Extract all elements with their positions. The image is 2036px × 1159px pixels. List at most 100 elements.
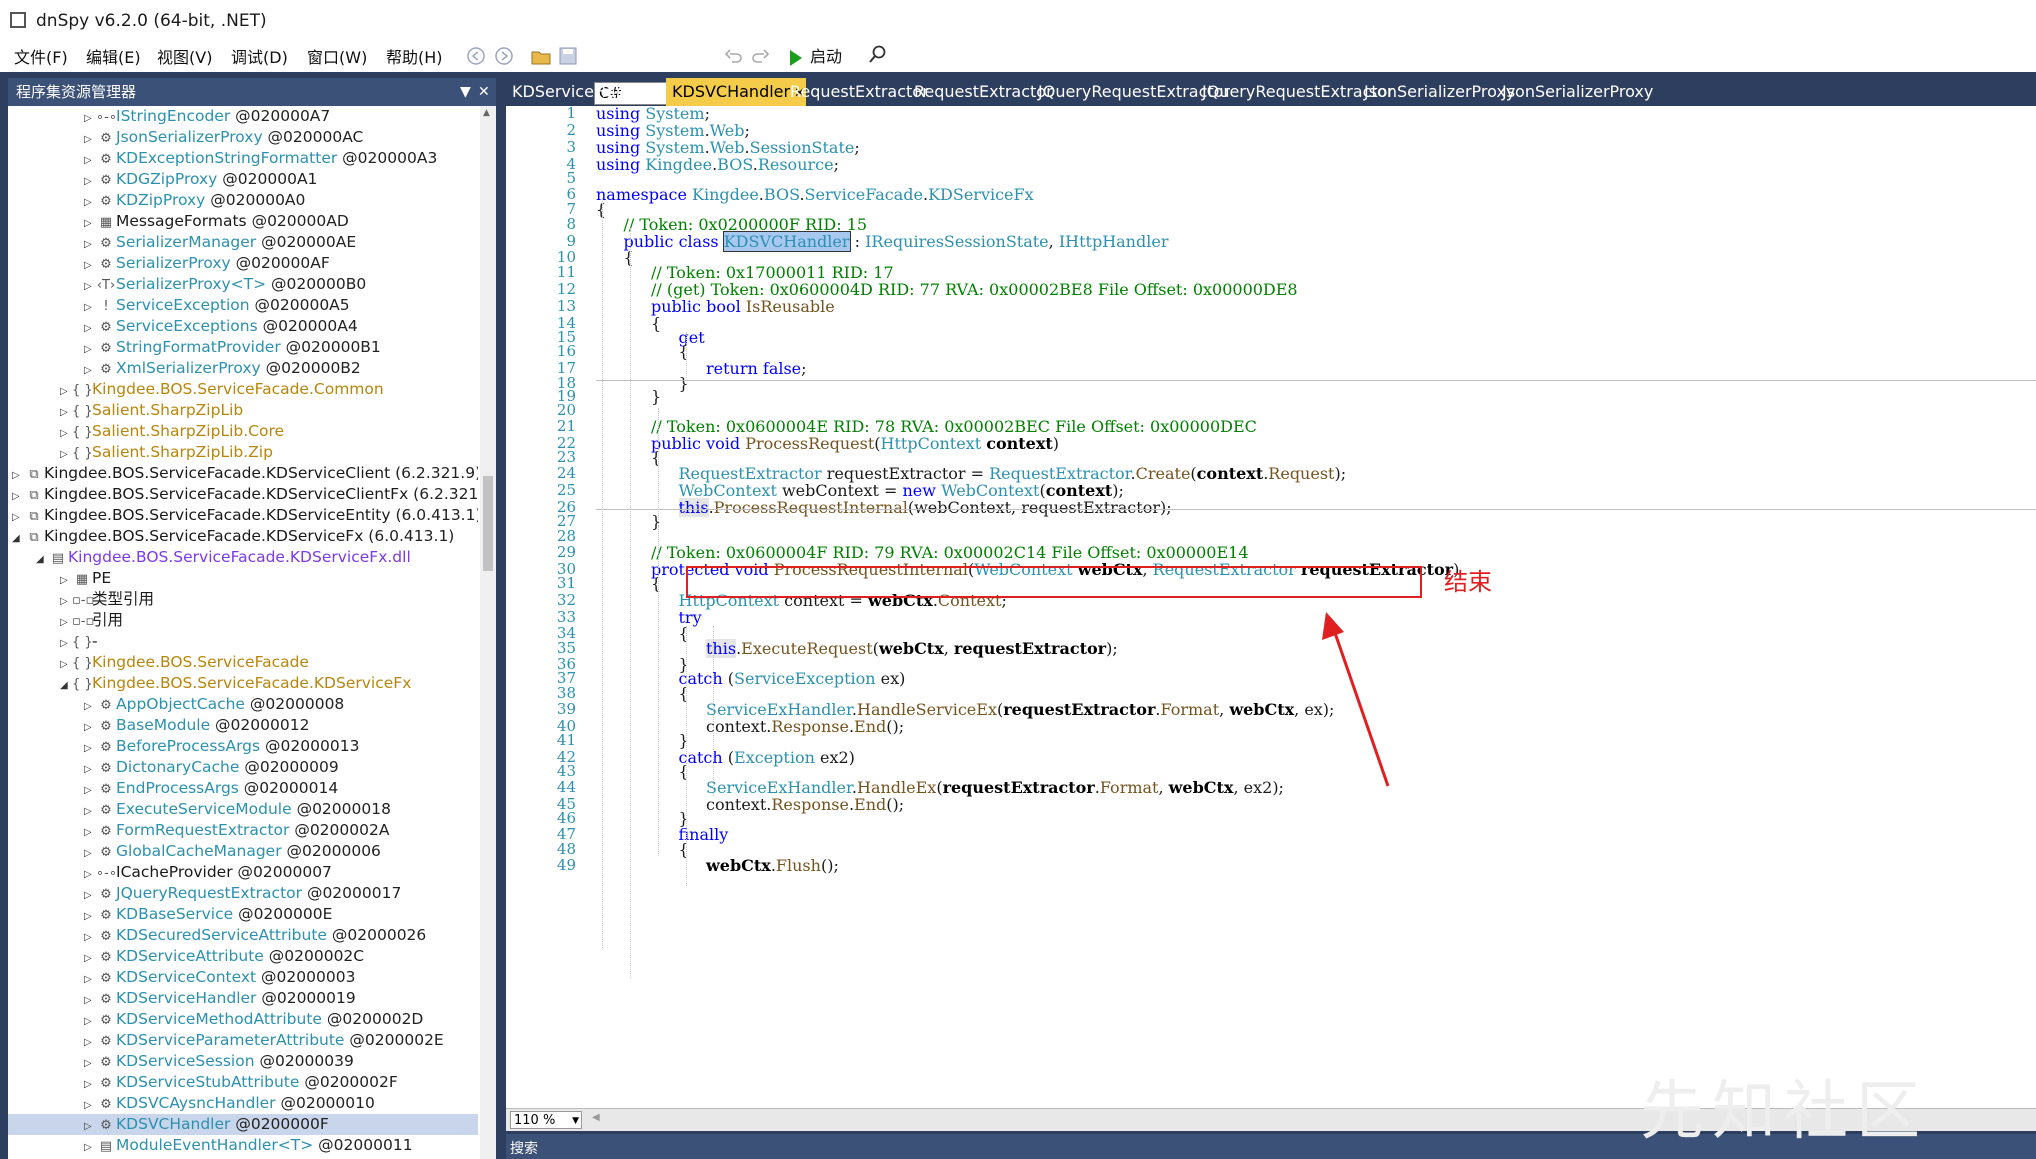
tab-jsonserializerproxy[interactable]: JsonSerializerProxy [1496,78,1653,106]
tree-item[interactable]: ▷ ⚙ KDServiceAttribute @0200002C [8,946,478,967]
expand-arrow-icon[interactable]: ▷ [84,213,96,234]
collapse-arrow-icon[interactable]: ◢ [12,528,24,549]
close-icon[interactable]: ✕ [478,78,490,106]
expand-arrow-icon[interactable]: ▷ [84,864,96,885]
expand-arrow-icon[interactable]: ▷ [84,1137,96,1158]
tab-jqueryrequestextractor[interactable]: JQueryRequestExtractor [1032,78,1230,106]
expand-arrow-icon[interactable]: ▷ [84,108,96,129]
tree-item[interactable]: ▷{ }- [8,631,478,652]
expand-arrow-icon[interactable]: ▷ [84,192,96,213]
expand-arrow-icon[interactable]: ▷ [12,486,24,507]
tree-item[interactable]: ▷ ⚙ KDSVCHandler @0200000F [8,1114,478,1135]
save-icon[interactable] [558,46,578,66]
tree-item[interactable]: ▷ ⚙ KDGZipProxy @020000A1 [8,169,478,190]
expand-arrow-icon[interactable]: ▷ [84,360,96,381]
menu-window[interactable]: 窗口(W) [307,44,367,68]
tree-item[interactable]: ▷ ⚙ KDServiceHandler @02000019 [8,988,478,1009]
tree-item[interactable]: ◢ ⧉ Kingdee.BOS.ServiceFacade.KDServiceFx … [8,526,478,547]
expand-arrow-icon[interactable]: ▷ [60,633,72,654]
expand-arrow-icon[interactable]: ▷ [60,654,72,675]
tree-item[interactable]: ▷ ⚙ DictonaryCache @02000009 [8,757,478,778]
open-folder-icon[interactable] [530,46,552,66]
tree-item[interactable]: ▷{ }Kingdee.BOS.ServiceFacade [8,652,478,673]
undo-icon[interactable] [724,46,744,66]
expand-arrow-icon[interactable]: ▷ [60,402,72,423]
tree-item[interactable]: ▷ ▫-▫引用 [8,610,478,631]
expand-arrow-icon[interactable]: ▷ [84,717,96,738]
expand-arrow-icon[interactable]: ▷ [84,1116,96,1137]
tree-item[interactable]: ◢ ▤ Kingdee.BOS.ServiceFacade.KDServiceFx.… [8,547,478,568]
expand-arrow-icon[interactable]: ▷ [60,612,72,633]
tree-item[interactable]: ▷ ⚙ FormRequestExtractor @0200002A [8,820,478,841]
tree-item[interactable]: ▷ ⚙ StringFormatProvider @020000B1 [8,337,478,358]
tree-item[interactable]: ▷ ⚙ JQueryRequestExtractor @02000017 [8,883,478,904]
expand-arrow-icon[interactable]: ▷ [84,906,96,927]
search-panel-label[interactable]: 搜索 [510,1138,538,1158]
expand-arrow-icon[interactable]: ▷ [84,801,96,822]
tree-scrollbar[interactable]: ▲ [480,106,496,1159]
expand-arrow-icon[interactable]: ▷ [84,234,96,255]
search-icon[interactable] [868,44,888,64]
tree-item[interactable]: ▷ ▤ ModuleEventHandler<T> @02000011 [8,1135,478,1156]
tree-item[interactable]: ▷ ⚙ KDServiceParameterAttribute @0200002E [8,1030,478,1051]
menu-debug[interactable]: 调试(D) [231,44,288,68]
expand-arrow-icon[interactable]: ▷ [84,843,96,864]
expand-arrow-icon[interactable]: ▷ [84,927,96,948]
tree-item[interactable]: ▷ ∘-∘IStringEncoder @020000A7 [8,106,478,127]
tree-item[interactable]: ▷ ⚙ JsonSerializerProxy @020000AC [8,127,478,148]
tree-item[interactable]: ▷{ }Salient.SharpZipLib.Core [8,421,478,442]
tab-jqueryrequestextractor[interactable]: JQueryRequestExtractor [1196,78,1394,106]
expand-arrow-icon[interactable]: ▷ [84,990,96,1011]
expand-arrow-icon[interactable]: ▷ [84,318,96,339]
tree-item[interactable]: ▷ ∘-∘ICacheProvider @02000007 [8,862,478,883]
menu-edit[interactable]: 编辑(E) [86,44,141,68]
expand-arrow-icon[interactable]: ▷ [84,759,96,780]
tree-item[interactable]: ▷ ⚙ ExecuteServiceModule @02000018 [8,799,478,820]
menu-help[interactable]: 帮助(H) [386,44,443,68]
expand-arrow-icon[interactable]: ▷ [60,444,72,465]
tree-item[interactable]: ▷ ⧉ Kingdee.BOS.ServiceFacade.KDServiceCli… [8,463,478,484]
expand-arrow-icon[interactable]: ▷ [84,1053,96,1074]
expand-arrow-icon[interactable]: ▷ [84,780,96,801]
expand-arrow-icon[interactable]: ▷ [84,1011,96,1032]
expand-arrow-icon[interactable]: ▷ [84,948,96,969]
expand-arrow-icon[interactable]: ▷ [84,822,96,843]
expand-arrow-icon[interactable]: ▷ [84,171,96,192]
tab-kdservicehandler[interactable]: KDServiceHandler [506,78,657,106]
tree-item[interactable]: ▷ ⚙ SerializerManager @020000AE [8,232,478,253]
back-icon[interactable] [466,46,486,66]
expand-arrow-icon[interactable]: ▷ [60,381,72,402]
tree-item[interactable]: ▷ ⚙ ServiceExceptions @020000A4 [8,316,478,337]
expand-arrow-icon[interactable]: ▷ [84,297,96,318]
expand-arrow-icon[interactable]: ▷ [84,1032,96,1053]
tree-item[interactable]: ▷ ⚙ KDSVCAysncHandler @02000010 [8,1093,478,1114]
tree-item[interactable]: ▷ ⚙ BeforeProcessArgs @02000013 [8,736,478,757]
tree-scrollbar-thumb[interactable] [483,476,493,571]
scroll-left-icon[interactable]: ◀ [592,1112,600,1123]
tree-item[interactable]: ▷ ⚙ AppObjectCache @02000008 [8,694,478,715]
expand-arrow-icon[interactable]: ▷ [84,696,96,717]
tree-item[interactable]: ▷{ }Kingdee.BOS.ServiceFacade.Common [8,379,478,400]
tree-item[interactable]: ▷ ⚙ BaseModule @02000012 [8,715,478,736]
expand-arrow-icon[interactable]: ▷ [84,129,96,150]
tab-jsonserializerproxy[interactable]: JsonSerializerProxy [1358,78,1518,106]
chevron-down-icon[interactable]: ▼ [572,1112,579,1130]
menu-file[interactable]: 文件(F) [14,44,68,68]
tree-item[interactable]: ▷{ }Salient.SharpZipLib.Zip [8,442,478,463]
tree-item[interactable]: ▷ ⚙ KDZipProxy @020000A0 [8,190,478,211]
tree-item[interactable]: ▷! ServiceException @020000A5 [8,295,478,316]
expand-arrow-icon[interactable]: ▷ [84,276,96,297]
expand-arrow-icon[interactable]: ▷ [60,570,72,591]
expand-arrow-icon[interactable]: ▷ [84,969,96,990]
tree-item[interactable]: ▷ ▦ MessageFormats @020000AD [8,211,478,232]
tree-item[interactable]: ▷ ⚙ KDServiceContext @02000003 [8,967,478,988]
redo-icon[interactable] [750,46,770,66]
zoom-select[interactable]: 110 % ▼ [510,1111,582,1129]
tree-item[interactable]: ▷ ⚙ KDServiceMethodAttribute @0200002D [8,1009,478,1030]
panel-menu-icon[interactable]: ▼ [460,78,471,106]
expand-arrow-icon[interactable]: ▷ [84,885,96,906]
tree-item[interactable]: ▷ ⧉ Kingdee.BOS.ServiceFacade.KDServiceEnt… [8,505,478,526]
collapse-arrow-icon[interactable]: ◢ [60,675,72,696]
tree-item[interactable]: ▷ ▫-▫类型引用 [8,589,478,610]
tree-item[interactable]: ▷ ⚙ KDServiceStubAttribute @0200002F [8,1072,478,1093]
